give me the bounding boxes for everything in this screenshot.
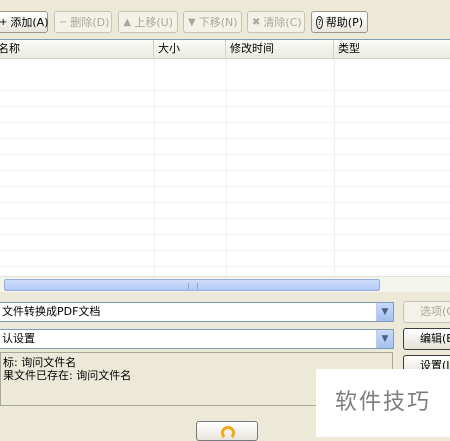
move-up-label: 上移(U) (134, 16, 173, 29)
scrollbar-thumb[interactable] (4, 279, 380, 291)
table-row (0, 139, 450, 155)
arrow-down-icon: ▼ (188, 16, 196, 28)
start-convert-button[interactable] (196, 421, 258, 441)
move-down-label: 下移(N) (198, 16, 238, 29)
table-row (0, 235, 450, 251)
delete-button[interactable]: − 删除(D) (54, 11, 112, 33)
scrollbar-grip-icon (188, 283, 198, 289)
table-row (0, 187, 450, 203)
refresh-icon (221, 426, 235, 440)
edit-button[interactable]: 编辑(E (403, 328, 450, 350)
table-row (0, 171, 450, 187)
column-modified[interactable]: 修改时间 (226, 40, 334, 59)
column-size[interactable]: 大小 (154, 40, 226, 59)
file-list[interactable]: 名称 大小 修改时间 类型 (0, 39, 450, 292)
conversion-type-select[interactable]: 文件转换成PDF文档 ▼ (0, 302, 394, 322)
table-row (0, 155, 450, 171)
table-row (0, 107, 450, 123)
chevron-down-icon[interactable]: ▼ (376, 330, 393, 348)
options-label: 选项(O (420, 305, 450, 318)
table-row (0, 123, 450, 139)
move-down-button[interactable]: ▼ 下移(N) (183, 11, 242, 33)
conversion-type-value: 文件转换成PDF文档 (2, 305, 101, 318)
table-row (0, 203, 450, 219)
add-icon: + (0, 16, 8, 28)
delete-label: 删除(D) (70, 16, 110, 29)
column-name-label: 名称 (0, 42, 20, 55)
table-row (0, 91, 450, 107)
help-icon: ? (316, 15, 323, 29)
watermark: 软件技巧 (316, 369, 450, 437)
chevron-down-icon[interactable]: ▼ (376, 303, 393, 321)
column-type-label: 类型 (338, 42, 360, 55)
add-label: 添加(A) (10, 16, 49, 29)
settings-profile-select[interactable]: 认设置 ▼ (0, 329, 394, 349)
toolbar: + 添加(A) − 删除(D) ▲ 上移(U) ▼ 下移(N) ✖ 清除(C) … (0, 0, 450, 40)
help-label: 帮助(P) (325, 16, 363, 29)
table-row (0, 219, 450, 235)
watermark-text: 软件技巧 (334, 390, 431, 415)
list-header: 名称 大小 修改时间 类型 (0, 40, 450, 59)
add-button[interactable]: + 添加(A) (0, 11, 49, 33)
column-size-label: 大小 (158, 42, 180, 55)
clear-x-icon: ✖ (252, 16, 261, 28)
help-button[interactable]: ? 帮助(P) (311, 11, 368, 33)
options-button[interactable]: 选项(O (403, 301, 450, 323)
table-row (0, 75, 450, 91)
summary-line-target: 标: 询问文件名 (3, 356, 77, 369)
minus-icon: − (59, 16, 68, 28)
arrow-up-icon: ▲ (123, 16, 132, 28)
edit-label: 编辑(E (420, 332, 450, 345)
move-up-button[interactable]: ▲ 上移(U) (118, 11, 178, 33)
horizontal-scrollbar[interactable] (0, 276, 450, 292)
column-modified-label: 修改时间 (230, 42, 274, 55)
table-row (0, 251, 450, 267)
column-name[interactable]: 名称 (0, 40, 154, 59)
settings-profile-value: 认设置 (2, 332, 35, 345)
column-type[interactable]: 类型 (334, 40, 450, 59)
clear-label: 清除(C) (263, 16, 302, 29)
clear-button[interactable]: ✖ 清除(C) (247, 11, 305, 33)
